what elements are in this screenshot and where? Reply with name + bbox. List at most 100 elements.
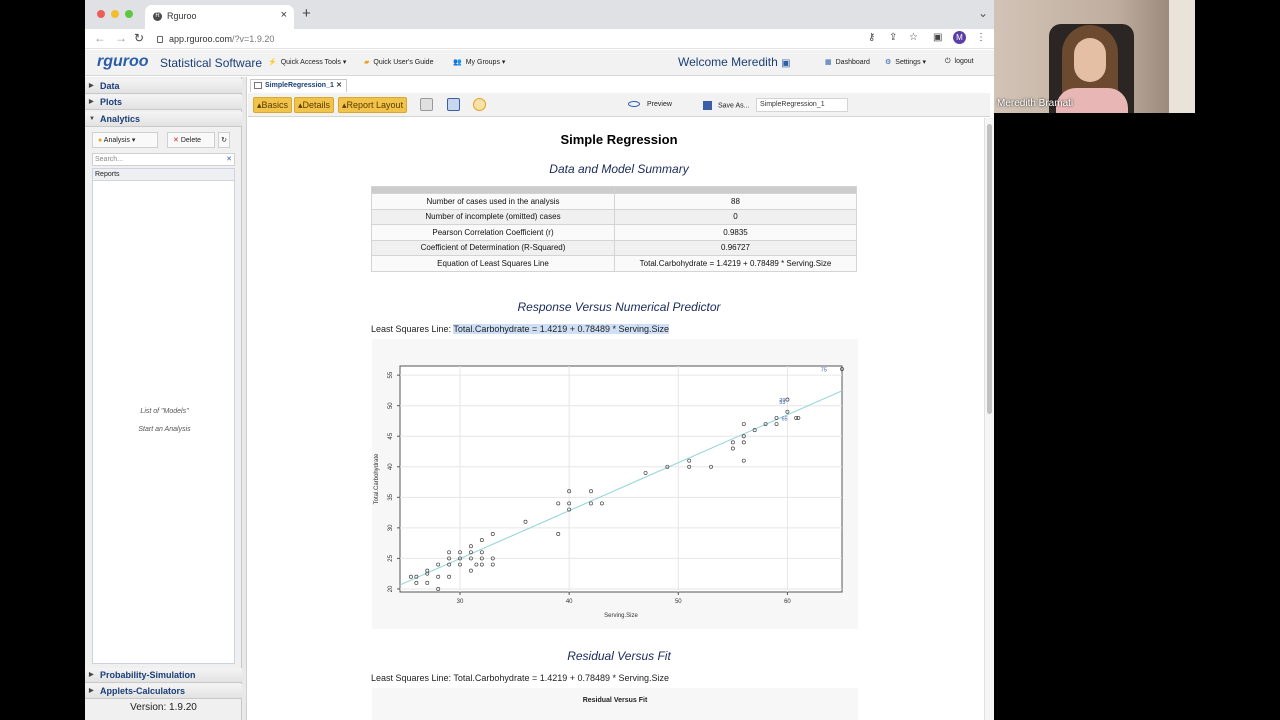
basics-button[interactable]: ▴Basics xyxy=(253,97,293,113)
key-icon[interactable]: ⚷ xyxy=(868,32,875,43)
lsl-prefix: Least Squares Line: xyxy=(371,324,454,334)
table-cell-label: Pearson Correlation Coefficient (r) xyxy=(371,224,615,241)
menu-kebab-icon[interactable]: ⋮ xyxy=(976,32,986,43)
profile-avatar[interactable]: M xyxy=(953,31,966,44)
sidebar-section-applets[interactable]: ▶ Applets-Calculators xyxy=(85,684,242,699)
share-icon[interactable]: ⇪ xyxy=(889,32,897,43)
back-icon[interactable]: ← xyxy=(94,31,106,45)
sidebar-section-probability[interactable]: ▶ Probability-Simulation xyxy=(85,668,242,683)
dashboard-button[interactable]: ▦ Dashboard xyxy=(825,58,870,66)
version-label: Version: 1.9.20 xyxy=(130,702,197,713)
rguroo-logo[interactable]: rguroo xyxy=(97,53,149,71)
close-document-icon[interactable]: ✕ xyxy=(336,80,342,92)
close-window-button[interactable] xyxy=(97,10,105,18)
zoom-window-button[interactable] xyxy=(125,10,133,18)
quick-access-tools-button[interactable]: ⚡ Quick Access Tools ▾ xyxy=(268,58,346,66)
report-layout-button[interactable]: ▴Report Layout xyxy=(338,97,408,113)
delete-icon: ✕ xyxy=(173,137,179,144)
chevron-down-icon[interactable]: ⌄ xyxy=(978,6,988,20)
least-squares-line-text-2: Least Squares Line: Total.Carbohydrate =… xyxy=(371,673,669,683)
webcam-video: Meredith Bramati xyxy=(994,0,1195,113)
table-cell-label: Equation of Least Squares Line xyxy=(371,255,615,272)
sidebar-icon[interactable]: ▣ xyxy=(933,32,942,43)
power-icon: ⏻ xyxy=(945,58,951,65)
expand-arrow-icon: ▶ xyxy=(89,688,94,694)
report-toolbar: ▴Basics ▴Details ▴Report Layout Preview … xyxy=(248,93,990,117)
chart-icon xyxy=(254,82,262,89)
app-header: rguroo Statistical Software ⚡ Quick Acces… xyxy=(85,50,994,76)
table-cell-value: 0 xyxy=(614,208,857,225)
reload-icon[interactable]: ↻ xyxy=(134,31,144,45)
preview-button[interactable]: Preview xyxy=(628,101,672,108)
report-scrollbar[interactable] xyxy=(984,118,994,720)
clear-search-icon[interactable]: ✕ xyxy=(226,154,232,165)
refresh-icon[interactable]: ↻ xyxy=(218,132,230,148)
minimize-window-button[interactable] xyxy=(111,10,119,18)
logout-button[interactable]: ⏻ logout xyxy=(945,58,974,66)
settings-label: Settings xyxy=(895,59,921,66)
browser-tabstrip: R Rguroo × + ⌄ xyxy=(85,0,994,29)
document-icon[interactable] xyxy=(447,98,460,111)
lsl-equation-highlighted: Total.Carbohydrate = 1.4219 + 0.78489 * … xyxy=(453,324,670,334)
scrollbar-thumb[interactable] xyxy=(987,124,992,414)
table-cell-label: Number of cases used in the analysis xyxy=(371,193,615,210)
settings-button[interactable]: ⚙ Settings ▾ xyxy=(885,58,926,66)
preview-label: Preview xyxy=(647,101,672,108)
y-axis-label: Total.Carbohydrate xyxy=(374,453,380,504)
gear-icon: ⚙ xyxy=(885,59,892,66)
url-field[interactable]: app.rguroo.com/?v=1.9.20 xyxy=(157,34,274,44)
least-squares-line-text: Least Squares Line: Total.Carbohydrate =… xyxy=(371,324,670,334)
browser-tab[interactable]: R Rguroo × xyxy=(145,5,294,29)
analysis-button[interactable]: ● Analysis ▾ xyxy=(92,132,158,148)
summary-table: Number of cases used in the analysis 88 N… xyxy=(371,186,857,272)
y-tick-label: 55 xyxy=(388,371,394,378)
users-guide-button[interactable]: ▰ Quick User's Guide xyxy=(364,58,433,66)
dashboard-label: Dashboard xyxy=(835,59,870,66)
reports-header: Reports xyxy=(93,169,234,181)
forward-icon[interactable]: → xyxy=(115,31,127,45)
y-tick-label: 30 xyxy=(388,524,394,531)
dashboard-icon: ▦ xyxy=(825,59,832,66)
table-cell-value: 0.96727 xyxy=(614,239,857,256)
copy-icon[interactable] xyxy=(420,98,433,111)
eye-icon xyxy=(628,101,640,108)
quick-access-tools-label: Quick Access Tools xyxy=(280,59,341,66)
analytics-toolbar: ● Analysis ▾ ✕ Delete ↻ xyxy=(92,132,235,150)
analysis-label: Analysis xyxy=(103,137,130,144)
book-icon: ▰ xyxy=(364,59,370,66)
table-cell-value: 0.9835 xyxy=(614,224,857,241)
document-tab[interactable]: SimpleRegression_1 ✕ xyxy=(250,79,347,92)
browser-tab-title: Rguroo xyxy=(167,11,197,21)
star-icon[interactable]: ☆ xyxy=(909,32,918,43)
table-row: Pearson Correlation Coefficient (r) 0.983… xyxy=(371,224,857,241)
residual-plot-container: Residual Versus Fit xyxy=(372,688,858,720)
delete-label: Delete xyxy=(180,137,202,144)
screen: R Rguroo × + ⌄ ← → ↻ app.rguroo.com/?v=1… xyxy=(0,0,1280,720)
sidebar-section-plots[interactable]: ▶ Plots xyxy=(85,95,242,110)
close-tab-icon[interactable]: × xyxy=(281,9,287,21)
reports-list: Reports List of "Models" Start an Analys… xyxy=(92,168,235,664)
sidebar-section-data[interactable]: ▶ Data xyxy=(85,79,242,94)
delete-button[interactable]: ✕ Delete xyxy=(167,132,215,148)
address-bar: ← → ↻ app.rguroo.com/?v=1.9.20 ⚷ ⇪ ☆ ▣ M… xyxy=(85,29,994,49)
save-as-button[interactable]: Save As... xyxy=(703,101,750,110)
section-heading-summary: Data and Model Summary xyxy=(549,162,689,176)
camera-icon: ▣ xyxy=(781,58,791,69)
search-placeholder: Search... xyxy=(95,156,124,163)
details-button[interactable]: ▴Details xyxy=(294,97,335,113)
lock-icon xyxy=(157,36,163,43)
basics-label: Basics xyxy=(261,100,289,110)
search-input[interactable]: Search... ✕ xyxy=(92,153,235,166)
lsl-prefix: Least Squares Line: xyxy=(371,673,454,683)
document-tab-label: SimpleRegression_1 xyxy=(265,82,334,89)
new-tab-icon[interactable]: + xyxy=(302,5,311,22)
refresh-icon[interactable] xyxy=(473,98,486,111)
filename-input[interactable]: SimpleRegression_1 xyxy=(756,98,848,112)
y-tick-label: 45 xyxy=(388,432,394,439)
y-tick-label: 40 xyxy=(388,463,394,470)
my-groups-button[interactable]: 👥 My Groups ▾ xyxy=(453,58,505,66)
y-tick-label: 20 xyxy=(388,585,394,592)
save-as-label: Save As... xyxy=(718,102,750,110)
panel-splitter[interactable] xyxy=(242,77,247,720)
sidebar-section-analytics[interactable]: ▼ Analytics xyxy=(85,112,242,127)
